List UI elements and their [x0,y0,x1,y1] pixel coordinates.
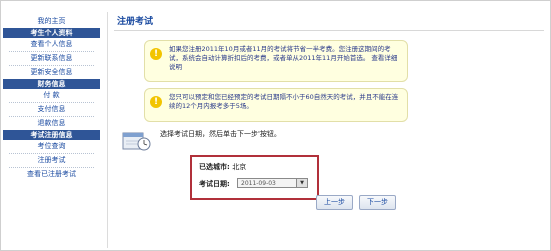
sidebar-item-update-security[interactable]: 更新安全信息 [3,66,100,79]
page-title: 注册考试 [117,17,154,27]
calendar-clock-icon [122,132,151,151]
sidebar-item-register-exam[interactable]: 注册考试 [3,154,100,167]
next-button[interactable]: 下一步 [359,195,396,210]
schedule-notice-text: 您只可以预定和您已经预定的考试日期隔不小于60自然天的考试，并且不能在连续的12… [169,93,399,110]
sidebar-section-finance: 财务信息 [3,79,100,89]
sidebar-divider [107,12,108,248]
sidebar-item-payment-info[interactable]: 支付信息 [3,103,100,116]
sidebar: 我的主页 考生个人资料 查看个人信息 更新联系信息 更新安全信息 财务信息 付 … [3,15,100,181]
sidebar-item-update-contact[interactable]: 更新联系信息 [3,52,100,65]
info-icon: ! [150,96,162,108]
title-underline [114,30,544,31]
discount-notice: ! 如果您注册2011年10月或者11月的考试将节省一半考费。您注册这期间的考试… [144,40,408,82]
sidebar-item-home[interactable]: 我的主页 [3,15,100,28]
prev-button[interactable]: 上一步 [316,195,353,210]
selected-city-row: 已选城市: 北京 [199,162,246,172]
exam-date-label: 考试日期: [199,180,230,188]
sidebar-item-view-profile[interactable]: 查看个人信息 [3,38,100,51]
selected-city-value: 北京 [232,163,247,171]
exam-date-value: 2011-09-03 [241,180,276,187]
exam-date-select[interactable]: 2011-09-03 ▼ [237,178,308,188]
instruction-text: 选择考试日期，然后单击下一步'按钮。 [160,130,281,138]
sidebar-item-view-registered[interactable]: 查看已注册考试 [3,168,100,181]
sidebar-section-registration: 考试注册信息 [3,130,100,140]
discount-notice-text: 如果您注册2011年10月或者11月的考试将节省一半考费。您注册这期间的考试，系… [169,45,398,71]
chevron-down-icon[interactable]: ▼ [296,179,307,187]
selected-city-label: 已选城市: [199,163,230,171]
sidebar-item-refund-info[interactable]: 退款信息 [3,117,100,130]
sidebar-section-profile: 考生个人资料 [3,28,100,38]
exam-selection-box: 已选城市: 北京 考试日期: 2011-09-03 ▼ [190,155,319,200]
sidebar-item-seat-search[interactable]: 考位查询 [3,140,100,153]
schedule-notice: ! 您只可以预定和您已经预定的考试日期隔不小于60自然天的考试，并且不能在连续的… [144,88,408,122]
sidebar-item-payment[interactable]: 付 款 [3,89,100,102]
info-icon: ! [150,48,162,60]
